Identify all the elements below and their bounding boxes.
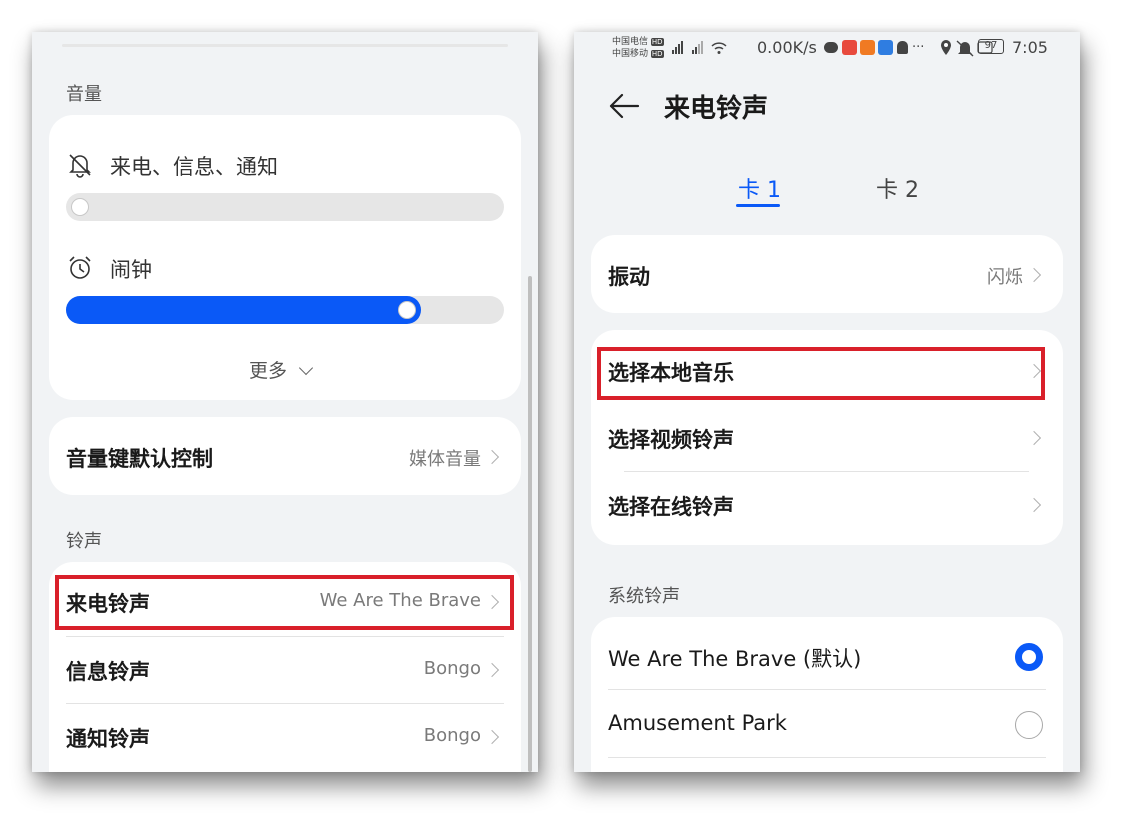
more-button[interactable]: 更多 [249, 356, 314, 383]
highlight-box [597, 347, 1045, 400]
top-divider [62, 44, 508, 47]
carrier2-text: 中国移动 [612, 49, 649, 59]
alarm-slider-fill [66, 296, 421, 324]
ring-notify-label: 来电、信息、通知 [110, 155, 278, 179]
online-ringtone-title: 选择在线铃声 [608, 495, 734, 519]
battery-icon: 97 [978, 39, 1004, 54]
vibration-row[interactable]: 振动 闪烁 [591, 235, 1063, 313]
volume-key-title: 音量键默认控制 [66, 447, 213, 471]
battery-level: 97 [984, 40, 998, 51]
system-ringtone-card: We Are The Brave (默认) Amusement Park [591, 617, 1063, 772]
ringtone-section-label: 铃声 [66, 531, 102, 552]
qq-icon [897, 41, 908, 54]
carrier1-text: 中国电信 [612, 37, 649, 47]
carrier-info: 中国电信 HD 中国移动 HD [612, 36, 664, 60]
sound-settings-panel: 音量 来电、信息、通知 闹钟 更多 音量键默认控制 媒体音量 铃声 来电铃声 W… [32, 32, 538, 772]
message-ringtone-row[interactable]: 信息铃声 Bongo [49, 636, 521, 703]
video-ringtone-row[interactable]: 选择视频铃声 [591, 402, 1063, 469]
hd-badge: HD [650, 50, 664, 58]
chevron-down-icon [298, 360, 314, 376]
vibration-title: 振动 [608, 265, 650, 289]
chevron-right-icon [1026, 497, 1042, 513]
system-ringtone-row[interactable]: We Are The Brave (默认) [591, 621, 1063, 687]
system-ringtone-section-label: 系统铃声 [608, 586, 680, 607]
scrollbar[interactable] [528, 276, 532, 772]
chevron-right-icon [484, 729, 500, 745]
app-icon-blue [878, 40, 893, 55]
tab-active-indicator [736, 204, 780, 207]
wechat-icon [824, 42, 838, 53]
bell-muted-icon [69, 154, 91, 178]
volume-key-row[interactable]: 音量键默认控制 媒体音量 [49, 417, 521, 495]
notification-ringtone-row[interactable]: 通知铃声 Bongo [49, 703, 521, 770]
alarm-clock-icon [69, 256, 91, 279]
online-ringtone-row[interactable]: 选择在线铃声 [591, 471, 1063, 538]
system-ringtone-row[interactable]: Amusement Park [591, 689, 1063, 755]
hd-badge: HD [650, 38, 664, 46]
message-ringtone-value: Bongo [423, 658, 481, 679]
chevron-right-icon [484, 449, 500, 465]
volume-card: 来电、信息、通知 闹钟 更多 [49, 115, 521, 400]
system-ringtone-name: We Are The Brave (默认) [608, 647, 862, 671]
volume-section-label: 音量 [66, 84, 102, 105]
notification-icons: ··· [824, 40, 944, 56]
app-icon-orange [860, 40, 875, 55]
alarm-slider-thumb[interactable] [398, 301, 416, 319]
notification-ringtone-value: Bongo [423, 725, 481, 746]
row-divider [608, 757, 1046, 758]
radio-button-selected[interactable] [1015, 643, 1043, 671]
page-title: 来电铃声 [664, 94, 769, 124]
app-icon-red [842, 40, 857, 55]
tab-card1[interactable]: 卡 1 [738, 172, 781, 204]
signal-icon [672, 41, 727, 54]
system-ringtone-name: Amusement Park [608, 711, 787, 735]
ring-notify-slider[interactable] [66, 193, 504, 221]
tab-card2[interactable]: 卡 2 [876, 172, 919, 204]
clock-time: 7:05 [1012, 38, 1048, 57]
chevron-right-icon [1026, 430, 1042, 446]
highlight-box [55, 575, 514, 630]
notification-ringtone-title: 通知铃声 [66, 727, 150, 751]
more-label: 更多 [249, 360, 288, 382]
message-ringtone-title: 信息铃声 [66, 660, 150, 684]
video-ringtone-title: 选择视频铃声 [608, 428, 734, 452]
net-speed: 0.00K/s [757, 38, 817, 57]
ring-notify-slider-thumb[interactable] [71, 198, 89, 216]
incoming-ringtone-panel: 中国电信 HD 中国移动 HD 0.00K/s ··· 97 7:05 来电铃声… [574, 32, 1080, 772]
chevron-right-icon [1026, 267, 1042, 283]
radio-button[interactable] [1015, 711, 1043, 739]
more-notifications-icon: ··· [912, 40, 925, 55]
back-arrow-icon[interactable] [608, 90, 640, 122]
vibration-value: 闪烁 [987, 267, 1023, 288]
alarm-slider[interactable] [66, 296, 504, 324]
chevron-right-icon [484, 662, 500, 678]
volume-key-value: 媒体音量 [409, 449, 481, 470]
alarm-label: 闹钟 [110, 258, 152, 282]
